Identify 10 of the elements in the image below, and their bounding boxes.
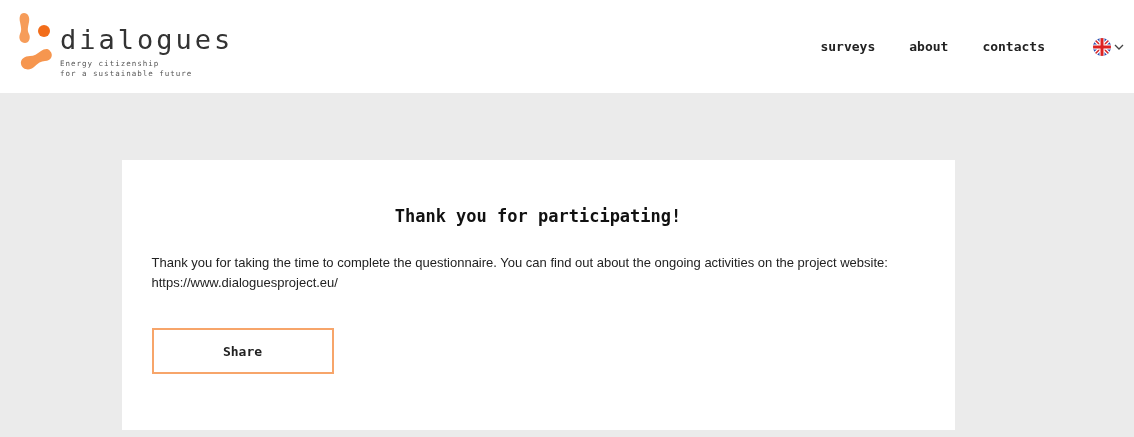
card-title: Thank you for participating! <box>393 206 683 226</box>
nav-link[interactable]: surveys <box>820 39 876 54</box>
message-text: Thank you for taking the time to complete the questionnaire. You can find out about the ongoing activities on the project website: https://www.dialoguesproject.eu/ <box>151 254 889 292</box>
logo-wordmark: dialogues <box>60 24 234 55</box>
flag-icon <box>1093 37 1111 56</box>
language-selector[interactable] <box>1093 37 1124 56</box>
nav-link[interactable]: about <box>909 39 949 54</box>
share-button[interactable]: Share <box>151 328 334 374</box>
nav-link[interactable]: contacts <box>982 39 1045 54</box>
chevron-down-icon <box>1114 42 1124 51</box>
